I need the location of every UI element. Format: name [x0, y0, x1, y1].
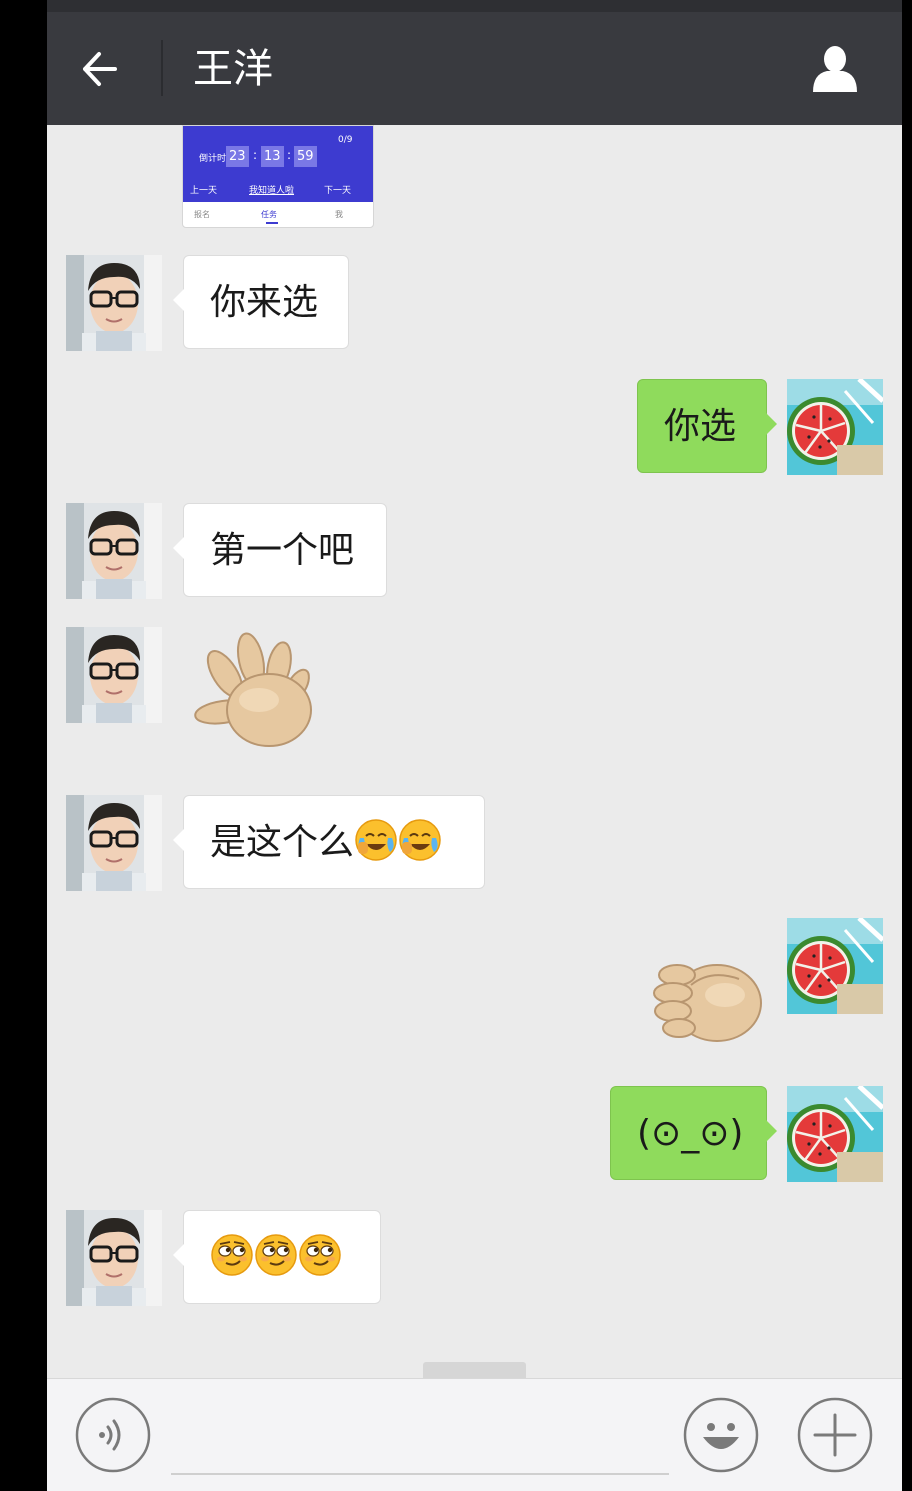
chat-title: 王洋 — [193, 46, 273, 92]
contact-avatar[interactable] — [66, 795, 162, 891]
voice-icon — [75, 1397, 151, 1473]
countdown-separator: : — [287, 148, 292, 162]
shared-app-card[interactable]: 0/9 倒计时 23 : 13 : 59 上一天 我知道人啦 下一天 报名 任务… — [182, 125, 374, 228]
countdown-seconds: 59 — [294, 146, 317, 167]
next-day-link: 下一天 — [324, 186, 352, 196]
voice-input-button[interactable] — [75, 1397, 151, 1473]
contact-avatar[interactable] — [66, 255, 162, 351]
smirk-face-emoji — [299, 1234, 341, 1276]
person-icon — [813, 46, 857, 92]
emoji-button[interactable] — [683, 1397, 759, 1473]
title-bar: 王洋 — [47, 12, 902, 125]
contact-avatar[interactable] — [66, 627, 162, 723]
message-bubble-incoming[interactable]: 第一个吧 — [173, 503, 387, 597]
countdown-separator: : — [253, 148, 258, 162]
card-tab-indicator — [266, 222, 278, 224]
plus-icon — [797, 1397, 873, 1473]
fist-sticker[interactable] — [651, 955, 771, 1050]
my-avatar[interactable] — [787, 918, 883, 1014]
message-input[interactable] — [171, 1409, 669, 1475]
my-avatar[interactable] — [787, 1086, 883, 1182]
card-tab: 报名 — [194, 210, 210, 219]
message-text: 第一个吧 — [210, 530, 355, 571]
face-with-tears-emoji — [355, 819, 397, 861]
card-center-link: 我知道人啦 — [249, 186, 295, 196]
card-tab: 任务 — [261, 210, 277, 219]
chat-info-button[interactable] — [805, 40, 865, 100]
chat-screen: 王洋 0/9 倒计时 23 : 13 : 59 上一天 我知道人啦 下一天 报名 — [47, 0, 902, 1491]
message-text: (⊙_⊙) — [637, 1113, 744, 1154]
scroll-handle[interactable] — [423, 1362, 526, 1378]
message-bubble-outgoing[interactable]: (⊙_⊙) — [610, 1086, 777, 1180]
back-button[interactable] — [75, 42, 135, 96]
countdown-minutes: 13 — [261, 146, 284, 167]
contact-avatar[interactable] — [66, 503, 162, 599]
status-bar — [47, 0, 902, 12]
countdown-hours: 23 — [226, 146, 249, 167]
my-avatar[interactable] — [787, 379, 883, 475]
more-options-button[interactable] — [797, 1397, 873, 1473]
message-bubble-incoming[interactable]: 是这个么 — [173, 795, 485, 889]
message-bubble-incoming[interactable] — [173, 1210, 381, 1304]
title-divider — [161, 40, 163, 96]
card-tab: 我 — [335, 210, 343, 219]
card-banner: 0/9 倒计时 23 : 13 : 59 上一天 我知道人啦 下一天 — [183, 126, 373, 202]
contact-avatar[interactable] — [66, 1210, 162, 1306]
message-bubble-outgoing[interactable]: 你选 — [637, 379, 777, 473]
message-text: 是这个么 — [210, 822, 355, 863]
arrow-left-icon — [83, 52, 117, 86]
message-bubble-incoming[interactable]: 你来选 — [173, 255, 349, 349]
message-text: 你来选 — [210, 282, 319, 323]
prev-day-link: 上一天 — [190, 186, 218, 196]
input-bar — [47, 1378, 902, 1491]
card-counter: 0/9 — [338, 135, 353, 145]
message-text: 你选 — [664, 406, 737, 447]
open-hand-sticker[interactable] — [193, 630, 323, 755]
message-list[interactable]: 0/9 倒计时 23 : 13 : 59 上一天 我知道人啦 下一天 报名 任务… — [47, 125, 902, 1378]
smiley-icon — [683, 1397, 759, 1473]
face-with-tears-emoji — [399, 819, 441, 861]
smirk-face-emoji — [211, 1234, 253, 1276]
smirk-face-emoji — [255, 1234, 297, 1276]
countdown-label: 倒计时 — [199, 154, 227, 164]
